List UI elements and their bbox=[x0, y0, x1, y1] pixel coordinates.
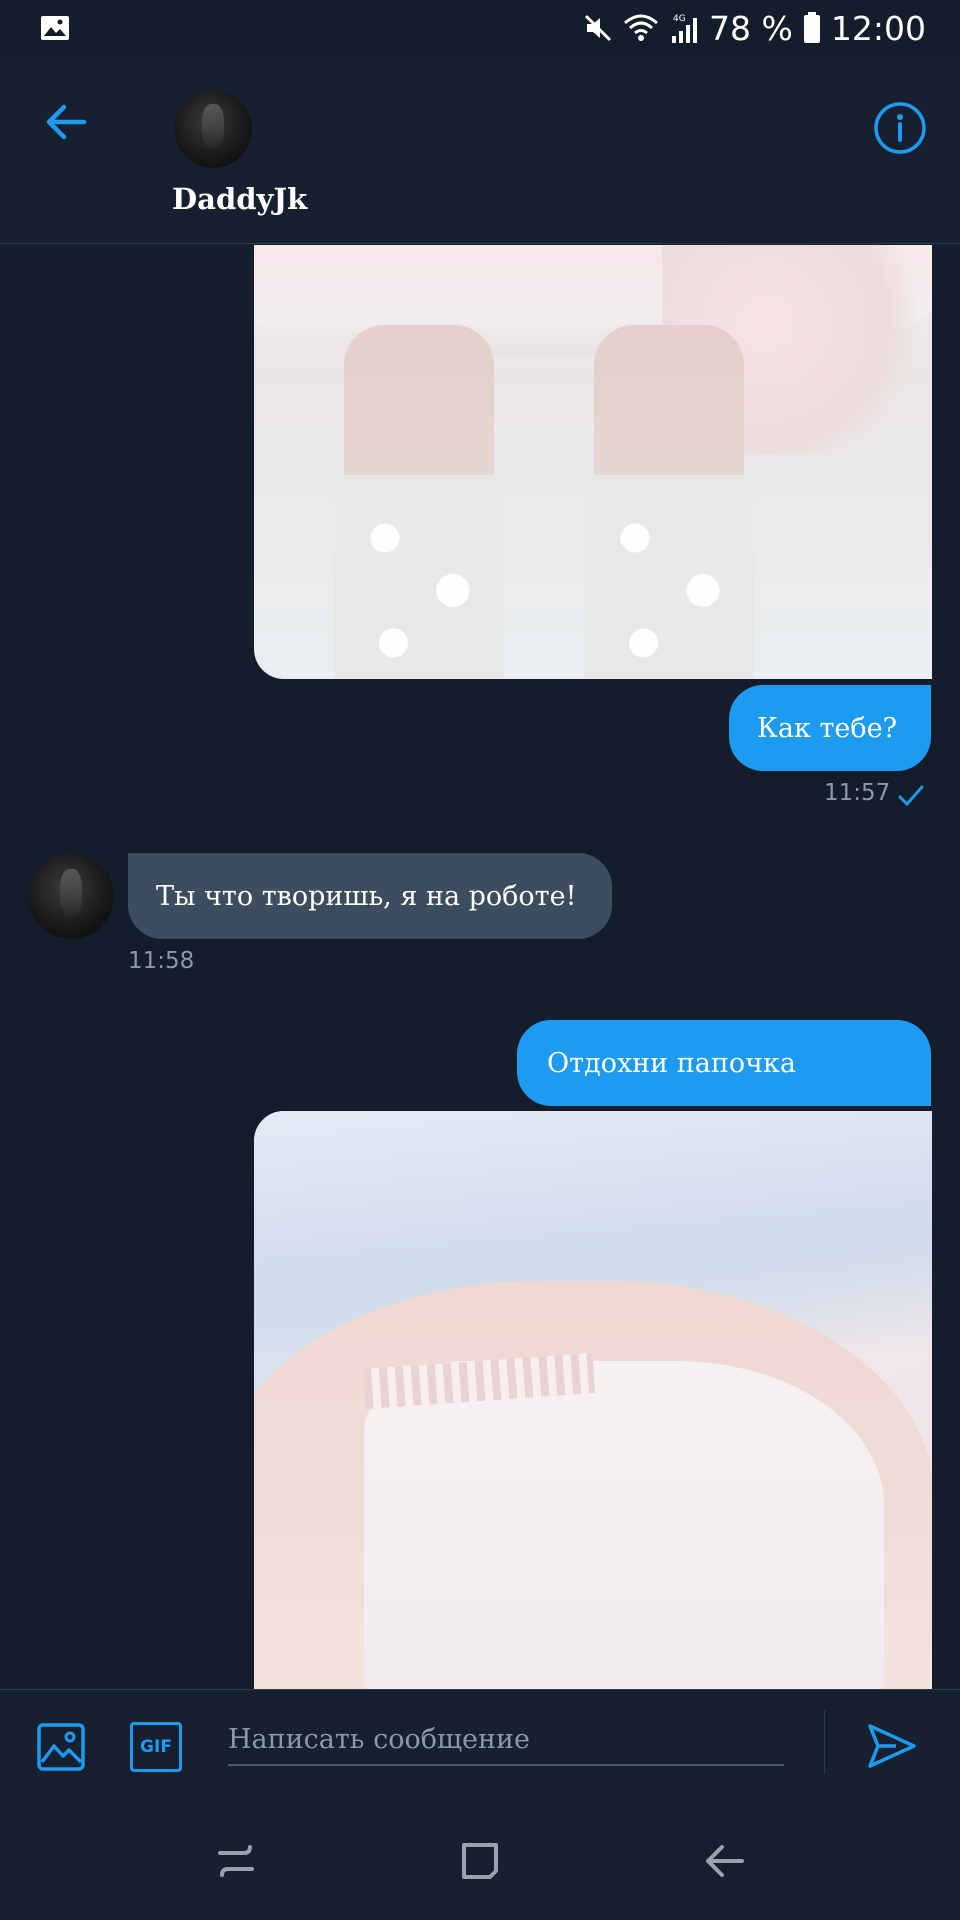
message-composer: GIF bbox=[0, 1689, 960, 1801]
check-icon bbox=[898, 785, 924, 807]
message-text: Как тебе? bbox=[757, 712, 898, 744]
nav-back-icon[interactable] bbox=[702, 1839, 746, 1883]
message-timestamp: 11:58 bbox=[128, 948, 195, 974]
status-indicators: 4G 78 % 12:00 bbox=[583, 6, 926, 50]
home-icon[interactable] bbox=[458, 1839, 502, 1883]
image-icon[interactable] bbox=[36, 1722, 86, 1772]
message-bubble-outgoing[interactable]: Отдохни папочка bbox=[517, 1020, 931, 1106]
svg-text:4G: 4G bbox=[673, 14, 686, 24]
recent-apps-icon[interactable] bbox=[214, 1839, 258, 1883]
divider bbox=[824, 1710, 825, 1774]
system-nav-bar bbox=[0, 1801, 960, 1920]
clock: 12:00 bbox=[830, 8, 926, 48]
message-text: Ты что творишь, я на роботе! bbox=[156, 880, 577, 912]
gif-label: GIF bbox=[140, 1737, 172, 1757]
contact-name[interactable]: DaddyJk bbox=[172, 182, 307, 216]
message-list[interactable]: Как тебе? 11:57 Ты что творишь, я на роб… bbox=[0, 245, 960, 1689]
message-bubble-outgoing[interactable]: Как тебе? bbox=[729, 685, 931, 771]
message-bubble-incoming[interactable]: Ты что творишь, я на роботе! bbox=[128, 853, 612, 939]
send-icon[interactable] bbox=[866, 1720, 918, 1772]
conversation-header: DaddyJk bbox=[0, 56, 960, 244]
signal-icon: 4G bbox=[672, 14, 698, 43]
message-timestamp: 11:57 bbox=[824, 780, 891, 806]
mute-icon bbox=[584, 14, 612, 42]
back-arrow-icon[interactable] bbox=[40, 96, 92, 148]
status-bar: 4G 78 % 12:00 bbox=[0, 0, 960, 56]
battery-icon bbox=[803, 12, 820, 43]
gif-icon[interactable]: GIF bbox=[130, 1722, 182, 1772]
sender-avatar[interactable] bbox=[28, 853, 114, 939]
message-image-lingerie[interactable] bbox=[254, 1111, 932, 1689]
wifi-icon bbox=[624, 14, 659, 41]
message-text: Отдохни папочка bbox=[547, 1047, 796, 1079]
message-input[interactable] bbox=[228, 1714, 784, 1766]
info-icon[interactable] bbox=[872, 100, 928, 156]
message-image-stockings[interactable] bbox=[254, 245, 932, 679]
battery-percent: 78 % bbox=[709, 8, 793, 48]
avatar[interactable] bbox=[174, 90, 252, 168]
gallery-icon bbox=[41, 16, 69, 40]
